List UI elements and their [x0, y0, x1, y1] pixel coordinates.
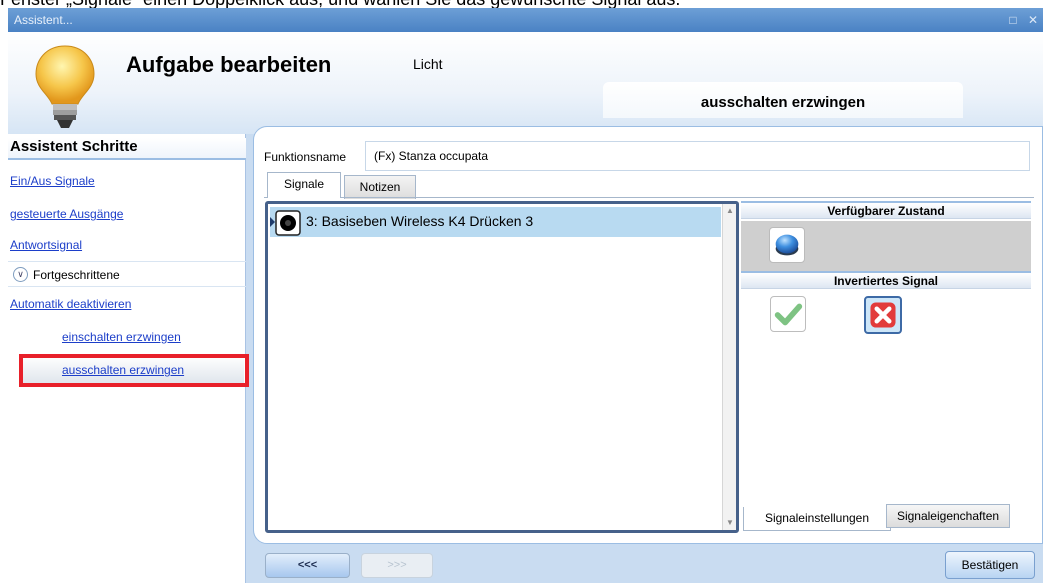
- maximize-icon[interactable]: □: [1005, 13, 1021, 27]
- current-step-label: ausschalten erzwingen: [603, 82, 963, 118]
- signals-list[interactable]: 3: Basiseben Wireless K4 Drücken 3 ▲ ▼: [265, 201, 739, 533]
- window-titlebar: Assistent... □ ✕: [8, 8, 1043, 32]
- signals-scrollbar[interactable]: ▲ ▼: [722, 204, 736, 530]
- confirm-button[interactable]: Bestätigen: [945, 551, 1035, 579]
- signal-label: 3: Basiseben Wireless K4 Drücken 3: [306, 213, 534, 229]
- previous-button[interactable]: <<<: [265, 553, 350, 578]
- tabs-divider: [264, 197, 1034, 198]
- sidebar: Assistent Schritte Ein/Aus Signale geste…: [8, 134, 249, 583]
- available-state-heading: Verfügbarer Zustand: [741, 201, 1031, 219]
- sidebar-heading: Assistent Schritte: [8, 138, 246, 160]
- signal-properties-panel: Verfügbarer Zustand Invertiertes Signal …: [741, 201, 1031, 533]
- sidebar-item-controlled-outputs[interactable]: gesteuerte Ausgänge: [10, 207, 123, 221]
- highlight-annotation: [19, 354, 249, 387]
- sidebar-item-on-off-signals[interactable]: Ein/Aus Signale: [10, 174, 95, 188]
- tab-signal-properties[interactable]: Signaleigenchaften: [886, 504, 1010, 528]
- tab-signals[interactable]: Signale: [267, 172, 341, 198]
- inverted-signal-heading: Invertiertes Signal: [741, 271, 1031, 289]
- scroll-down-icon[interactable]: ▼: [725, 518, 735, 528]
- pushbutton-state-icon[interactable]: [769, 227, 805, 263]
- advanced-section-toggle[interactable]: ∨ Fortgeschrittene: [8, 261, 246, 287]
- chevron-down-icon: ∨: [13, 267, 28, 282]
- next-button[interactable]: >>>: [361, 553, 433, 578]
- tab-notes[interactable]: Notizen: [344, 175, 416, 199]
- function-name-label: Funktionsname: [264, 150, 347, 164]
- pushbutton-signal-icon: [275, 210, 301, 236]
- wizard-header: Aufgabe bearbeiten Licht ausschalten erz…: [8, 32, 1043, 134]
- page-subtitle: Licht: [413, 56, 443, 72]
- sidebar-item-disable-automatic[interactable]: Automatik deaktivieren: [10, 297, 131, 311]
- advanced-section-label: Fortgeschrittene: [33, 268, 120, 282]
- scroll-up-icon[interactable]: ▲: [725, 206, 735, 216]
- close-icon[interactable]: ✕: [1025, 13, 1041, 27]
- function-name-input[interactable]: (Fx) Stanza occupata: [365, 141, 1030, 171]
- checkmark-icon[interactable]: [770, 296, 806, 332]
- cross-icon[interactable]: [864, 296, 902, 334]
- sidebar-item-response-signal[interactable]: Antwortsignal: [10, 238, 82, 252]
- tab-signal-settings[interactable]: Signaleinstellungen: [743, 507, 891, 531]
- page-title: Aufgabe bearbeiten: [126, 52, 332, 77]
- window-title: Assistent...: [14, 13, 73, 27]
- lightbulb-icon: [35, 45, 95, 128]
- signal-row[interactable]: 3: Basiseben Wireless K4 Drücken 3: [270, 207, 721, 237]
- sidebar-item-force-on[interactable]: einschalten erzwingen: [62, 330, 181, 344]
- available-state-area: [741, 221, 1031, 271]
